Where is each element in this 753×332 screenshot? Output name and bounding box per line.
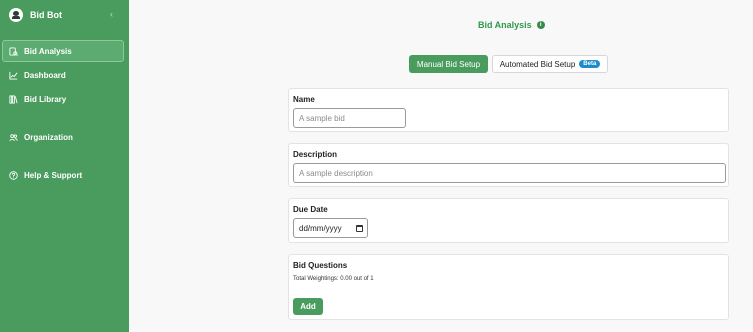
due-date-label: Due Date bbox=[293, 205, 328, 214]
tab-manual-bid-setup[interactable]: Manual Bid Setup bbox=[409, 55, 488, 73]
name-label: Name bbox=[293, 95, 315, 104]
add-question-button[interactable]: Add bbox=[293, 298, 323, 315]
bot-logo-icon bbox=[9, 8, 23, 22]
due-date-card: Due Date dd/mm/yyyy bbox=[288, 198, 729, 243]
bid-questions-card: Bid Questions Total Weightings: 0.00 out… bbox=[288, 254, 729, 320]
sidebar-item-label: Bid Library bbox=[24, 94, 67, 104]
page-title: Bid Analysis i bbox=[478, 20, 545, 30]
sidebar-item-help-support[interactable]: Help & Support bbox=[0, 164, 124, 186]
sidebar: Bid Bot ‹ Bid Analysis Dashboard Bid Lib… bbox=[0, 0, 129, 332]
due-date-value: dd/mm/yyyy bbox=[299, 223, 342, 233]
sidebar-item-bid-library[interactable]: Bid Library bbox=[0, 88, 124, 110]
sidebar-item-dashboard[interactable]: Dashboard bbox=[0, 64, 124, 86]
page-title-text: Bid Analysis bbox=[478, 20, 532, 30]
sidebar-item-bid-analysis[interactable]: Bid Analysis bbox=[2, 40, 124, 62]
name-input[interactable] bbox=[293, 108, 406, 128]
total-weightings: Total Weightings: 0.00 out of 1 bbox=[293, 276, 374, 282]
description-card: Description bbox=[288, 143, 729, 187]
due-date-input[interactable]: dd/mm/yyyy bbox=[293, 218, 368, 238]
tab-automated-label: Automated Bid Setup bbox=[499, 59, 576, 69]
sidebar-item-label: Dashboard bbox=[24, 70, 66, 80]
help-icon bbox=[9, 170, 18, 180]
library-icon bbox=[9, 94, 18, 104]
calendar-icon[interactable] bbox=[356, 224, 363, 232]
sidebar-item-label: Bid Analysis bbox=[24, 46, 72, 56]
tab-manual-label: Manual Bid Setup bbox=[416, 59, 481, 69]
info-icon[interactable]: i bbox=[536, 21, 545, 29]
sidebar-item-label: Organization bbox=[24, 132, 73, 142]
sidebar-item-label: Help & Support bbox=[24, 170, 83, 180]
description-label: Description bbox=[293, 150, 338, 159]
beta-badge: Beta bbox=[579, 60, 601, 68]
bid-analysis-icon bbox=[9, 46, 18, 56]
chart-icon bbox=[9, 71, 18, 80]
brand[interactable]: Bid Bot bbox=[9, 8, 62, 22]
collapse-sidebar-icon[interactable]: ‹ bbox=[110, 9, 113, 19]
description-input[interactable] bbox=[293, 163, 726, 183]
brand-name: Bid Bot bbox=[30, 10, 62, 20]
tab-automated-bid-setup[interactable]: Automated Bid Setup Beta bbox=[492, 55, 608, 73]
sidebar-item-organization[interactable]: Organization bbox=[0, 126, 124, 148]
name-card: Name bbox=[288, 88, 729, 132]
bid-questions-label: Bid Questions bbox=[293, 261, 348, 270]
users-icon bbox=[9, 133, 18, 141]
